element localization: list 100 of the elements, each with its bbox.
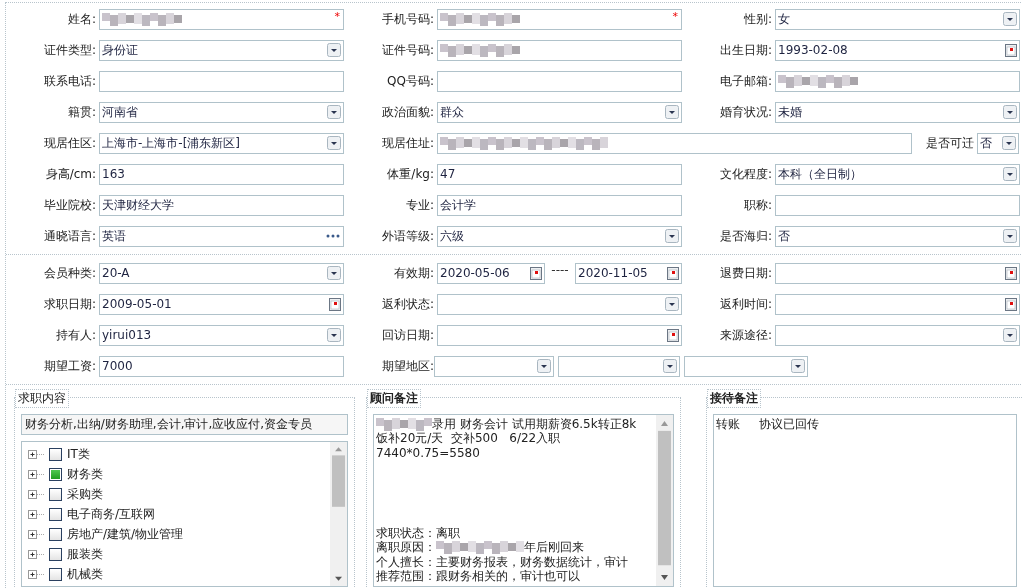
checkbox[interactable] bbox=[49, 508, 62, 521]
calendar-icon[interactable] bbox=[667, 266, 679, 280]
dropdown-icon[interactable] bbox=[327, 328, 341, 342]
select-field[interactable] bbox=[437, 293, 682, 315]
select-field[interactable] bbox=[775, 324, 1020, 346]
field-label: 联系电话: bbox=[42, 72, 97, 90]
field-label: 期望地区: bbox=[380, 357, 435, 375]
select-field[interactable]: 否 bbox=[977, 132, 1019, 154]
expand-icon[interactable] bbox=[28, 470, 44, 479]
more-icon[interactable] bbox=[325, 233, 341, 239]
date-field[interactable] bbox=[437, 324, 682, 346]
note-text: 年后刚回来 bbox=[524, 539, 584, 556]
date-field[interactable]: 2009-05-01 bbox=[99, 293, 344, 315]
calendar-icon[interactable] bbox=[329, 297, 341, 311]
text-field[interactable] bbox=[775, 194, 1020, 216]
dropdown-icon[interactable] bbox=[537, 359, 551, 373]
select-field[interactable]: 本科（全日制） bbox=[775, 163, 1020, 185]
tree-item[interactable]: 电子商务/互联网 bbox=[67, 506, 156, 523]
date-field[interactable]: 2020-05-06 bbox=[437, 262, 545, 284]
expand-icon[interactable] bbox=[28, 490, 44, 499]
select-field[interactable]: 未婚 bbox=[775, 101, 1020, 123]
checkbox[interactable] bbox=[49, 568, 62, 581]
dropdown-icon[interactable] bbox=[1003, 328, 1017, 342]
field-label: 手机号码: bbox=[380, 10, 435, 28]
checkbox[interactable] bbox=[49, 548, 62, 561]
field-label: 求职日期: bbox=[42, 295, 97, 313]
field-label: 籍贯: bbox=[66, 103, 97, 121]
select-field[interactable] bbox=[684, 355, 808, 377]
select-field[interactable] bbox=[558, 355, 680, 377]
calendar-icon[interactable] bbox=[1005, 266, 1017, 280]
text-field[interactable]: 天津财经大学 bbox=[99, 194, 344, 216]
text-field[interactable] bbox=[775, 70, 1020, 92]
text-field[interactable]: * bbox=[99, 8, 344, 30]
select-field[interactable]: 河南省 bbox=[99, 101, 344, 123]
dropdown-icon[interactable] bbox=[327, 43, 341, 57]
dropdown-icon[interactable] bbox=[663, 359, 677, 373]
dropdown-icon[interactable] bbox=[665, 297, 679, 311]
field-label: 文化程度: bbox=[718, 165, 773, 183]
scrollbar[interactable] bbox=[330, 442, 347, 586]
date-field[interactable] bbox=[775, 262, 1020, 284]
date-field[interactable]: 2020-11-05 bbox=[575, 262, 682, 284]
scrollbar[interactable] bbox=[656, 415, 673, 586]
select-field[interactable]: 上海市-上海市-[浦东新区] bbox=[99, 132, 344, 154]
select-field[interactable]: yirui013 bbox=[99, 324, 344, 346]
field-label: 现居住址: bbox=[380, 134, 435, 152]
tree-item[interactable]: 机械类 bbox=[67, 566, 103, 583]
dropdown-icon[interactable] bbox=[791, 359, 805, 373]
text-field[interactable]: 会计学 bbox=[437, 194, 682, 216]
dropdown-icon[interactable] bbox=[327, 105, 341, 119]
select-field[interactable]: 六级 bbox=[437, 225, 682, 247]
dropdown-icon[interactable] bbox=[665, 105, 679, 119]
text-field[interactable]: * bbox=[437, 8, 682, 30]
calendar-icon[interactable] bbox=[1005, 43, 1017, 57]
expand-icon[interactable] bbox=[28, 570, 44, 579]
select-field[interactable]: 20-A bbox=[99, 262, 344, 284]
range-separator: ---- bbox=[550, 262, 570, 279]
date-field[interactable] bbox=[775, 293, 1020, 315]
dropdown-icon[interactable] bbox=[1003, 12, 1017, 26]
expand-icon[interactable] bbox=[28, 450, 44, 459]
selection-summary-field[interactable]: 财务分析,出纳/财务助理,会计,审计,应收应付,资金专员 bbox=[21, 414, 348, 435]
dropdown-icon[interactable] bbox=[327, 266, 341, 280]
text-field[interactable] bbox=[437, 39, 682, 61]
tree-item[interactable]: 房地产/建筑/物业管理 bbox=[67, 526, 184, 543]
date-field[interactable]: 1993-02-08 bbox=[775, 39, 1020, 61]
select-field[interactable]: 身份证 bbox=[99, 39, 344, 61]
field-label: 职称: bbox=[742, 196, 773, 214]
tree-item[interactable]: IT类 bbox=[67, 446, 90, 463]
dropdown-icon[interactable] bbox=[1003, 167, 1017, 181]
checkbox[interactable] bbox=[49, 468, 62, 481]
tree-item[interactable]: 财务类 bbox=[67, 466, 103, 483]
field-label: 返利时间: bbox=[718, 295, 773, 313]
calendar-icon[interactable] bbox=[1005, 297, 1017, 311]
text-field[interactable]: 7000 bbox=[99, 355, 344, 377]
text-field[interactable] bbox=[99, 70, 344, 92]
checkbox[interactable] bbox=[49, 528, 62, 541]
expand-icon[interactable] bbox=[28, 510, 44, 519]
dropdown-icon[interactable] bbox=[1003, 229, 1017, 243]
expand-icon[interactable] bbox=[28, 550, 44, 559]
dropdown-icon[interactable] bbox=[665, 229, 679, 243]
checkbox[interactable] bbox=[49, 488, 62, 501]
lookup-field[interactable]: 英语 bbox=[99, 225, 344, 247]
dropdown-icon[interactable] bbox=[327, 136, 341, 150]
select-field[interactable]: 否 bbox=[775, 225, 1020, 247]
select-field[interactable]: 群众 bbox=[437, 101, 682, 123]
dropdown-icon[interactable] bbox=[1003, 105, 1017, 119]
dropdown-icon[interactable] bbox=[1002, 136, 1016, 150]
calendar-icon[interactable] bbox=[667, 328, 679, 342]
select-field[interactable]: 女 bbox=[775, 8, 1020, 30]
select-field[interactable] bbox=[434, 355, 554, 377]
notes-field[interactable]: 录用 财务会计 试用期薪资6.5k转正8k 饭补20元/天 交补500 6/22入职 7440*0.75=5580 求职状态：离职 离职原因： 年后刚回来 个人擅长：主要财务报表，财务数据统计，审计 推荐范围：跟财务相关的，审计也可以 bbox=[373, 414, 674, 587]
text-field[interactable]: 47 bbox=[437, 163, 682, 185]
text-field[interactable] bbox=[437, 132, 912, 154]
tree-item[interactable]: 服装类 bbox=[67, 546, 103, 563]
tree-item[interactable]: 采购类 bbox=[67, 486, 103, 503]
text-field[interactable]: 163 bbox=[99, 163, 344, 185]
notes-field[interactable]: 转账 协议已回传 bbox=[713, 414, 1017, 587]
expand-icon[interactable] bbox=[28, 530, 44, 539]
calendar-icon[interactable] bbox=[530, 266, 542, 280]
text-field[interactable] bbox=[437, 70, 682, 92]
checkbox[interactable] bbox=[49, 448, 62, 461]
